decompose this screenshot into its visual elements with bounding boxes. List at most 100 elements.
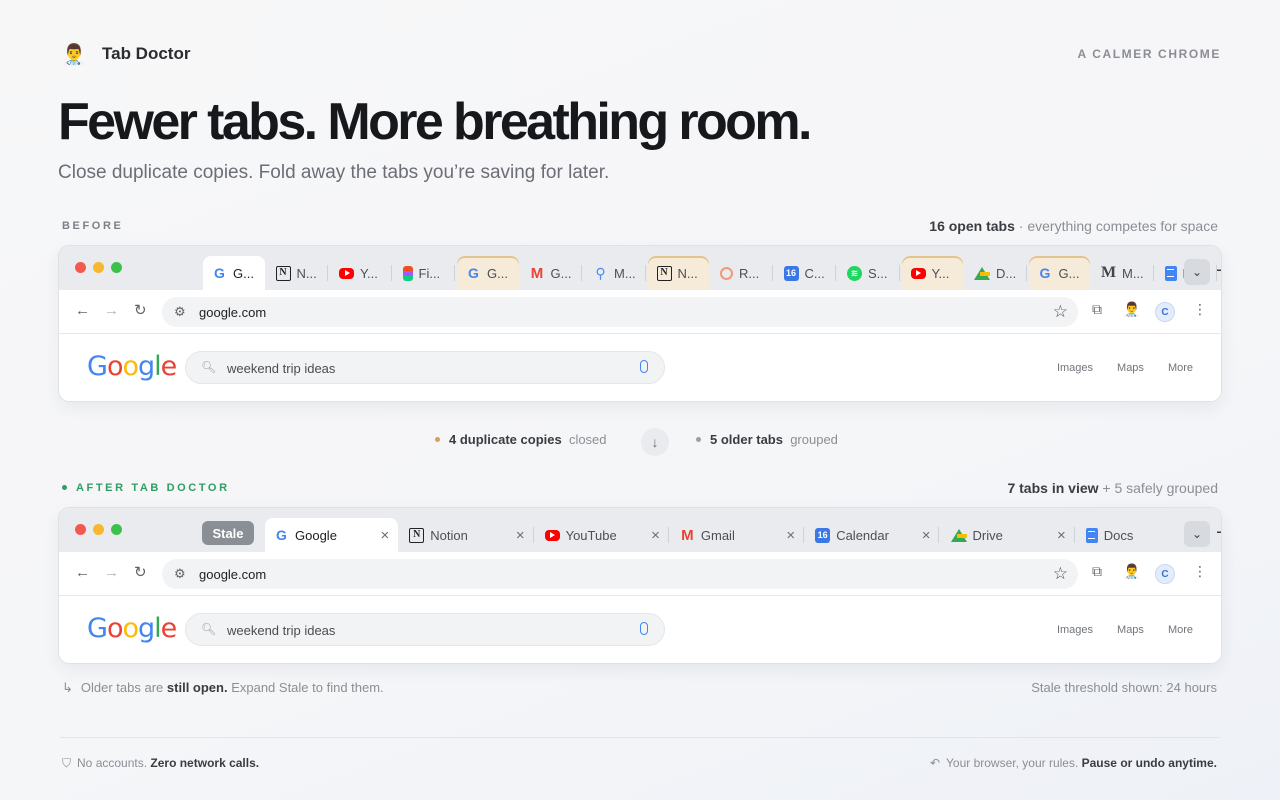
stale-group-chip[interactable]: Stale	[202, 521, 254, 545]
profile-avatar[interactable]: C	[1155, 564, 1175, 584]
close-icon[interactable]: ×	[651, 527, 660, 544]
tab-before-8[interactable]: R...	[711, 256, 773, 290]
return-arrow-icon: ↳	[62, 680, 73, 695]
search-icon: 🔍︎	[201, 360, 217, 374]
tab-before-14[interactable]: M M...	[1092, 256, 1154, 290]
forward-icon[interactable]: →	[104, 565, 119, 580]
tab-after-0[interactable]: G Google ×	[265, 518, 399, 552]
extensions-icon[interactable]: ⧉	[1092, 564, 1102, 578]
tab-label: Fi...	[418, 265, 441, 281]
new-tab-icon[interactable]: +	[1216, 261, 1221, 281]
google-icon: G	[214, 265, 225, 281]
reload-icon[interactable]: ↻	[134, 303, 147, 318]
url-text: google.com	[199, 305, 267, 320]
shield-icon: ⛉	[62, 756, 72, 770]
tab-label: Notion	[430, 527, 468, 543]
headline: Fewer tabs. More breathing room.	[58, 93, 812, 151]
tab-before-0[interactable]: G G...	[203, 256, 265, 290]
tab-search-button[interactable]: ⌄	[1184, 521, 1210, 547]
close-icon[interactable]: ×	[381, 527, 390, 544]
back-icon[interactable]: ←	[75, 303, 90, 318]
mic-icon[interactable]	[640, 360, 648, 373]
google-icon: G	[1039, 265, 1051, 281]
link-maps[interactable]: Maps	[1117, 624, 1144, 636]
tab-before-1[interactable]: N N...	[267, 256, 329, 290]
tab-before-12[interactable]: D...	[965, 256, 1027, 290]
bookmark-star-icon[interactable]: ☆	[1053, 302, 1068, 322]
youtube-icon	[544, 529, 560, 541]
browser-toolbar: ← → ↻ ⚙ google.com ☆ ⧉ 👨‍⚕️ C ⋮	[59, 290, 1221, 334]
tab-after-1[interactable]: N Notion ×	[400, 518, 534, 552]
close-icon[interactable]: ×	[516, 527, 525, 544]
tab-before-13[interactable]: G G...	[1028, 256, 1090, 290]
tab-before-7[interactable]: N N...	[647, 256, 709, 290]
gmail-icon: M	[530, 264, 544, 282]
page-content: Google 🔍︎ weekend trip ideas Images Maps…	[59, 334, 1221, 401]
google-search-box[interactable]: 🔍︎ weekend trip ideas	[185, 613, 665, 646]
tab-before-10[interactable]: ≋ S...	[838, 256, 900, 290]
bookmark-star-icon[interactable]: ☆	[1053, 564, 1068, 584]
brand: 👨‍⚕️ Tab Doctor	[60, 40, 191, 68]
link-more[interactable]: More	[1168, 624, 1193, 636]
minimize-window-button[interactable]	[93, 524, 104, 535]
close-window-button[interactable]	[75, 524, 86, 535]
maps-pin-icon: ⚲	[595, 265, 606, 281]
site-settings-icon[interactable]: ⚙	[174, 304, 186, 320]
link-more[interactable]: More	[1168, 362, 1193, 374]
privacy-note-bold: Zero network calls.	[150, 756, 260, 770]
address-bar[interactable]: ⚙ google.com ☆	[162, 297, 1078, 327]
extensions-icon[interactable]: ⧉	[1092, 302, 1102, 316]
tab-before-3[interactable]: Fi...	[394, 256, 456, 290]
tab-after-4[interactable]: 16 Calendar ×	[806, 518, 940, 552]
tab-after-2[interactable]: YouTube ×	[536, 518, 669, 552]
tab-doctor-extension-icon[interactable]: 👨‍⚕️	[1123, 302, 1140, 316]
back-icon[interactable]: ←	[75, 565, 90, 580]
close-icon[interactable]: ×	[786, 527, 795, 544]
tab-search-button[interactable]: ⌄	[1184, 259, 1210, 285]
tab-label: Y...	[931, 265, 950, 281]
undo-icon: ↶	[929, 756, 940, 770]
menu-kebab-icon[interactable]: ⋮	[1193, 302, 1207, 316]
link-images[interactable]: Images	[1057, 624, 1093, 636]
tab-before-9[interactable]: 16 C...	[775, 256, 837, 290]
tab-before-5[interactable]: M G...	[521, 256, 583, 290]
spotify-icon: ≋	[847, 265, 862, 281]
notion-icon: N	[656, 265, 672, 281]
maximize-window-button[interactable]	[111, 262, 122, 273]
link-maps[interactable]: Maps	[1117, 362, 1144, 374]
minimize-window-button[interactable]	[93, 262, 104, 273]
google-search-box[interactable]: 🔍︎ weekend trip ideas	[185, 351, 665, 384]
tab-before-4[interactable]: G G...	[457, 256, 519, 290]
link-images[interactable]: Images	[1057, 362, 1093, 374]
stale-note-post: Expand Stale to find them.	[227, 680, 384, 695]
tab-before-6[interactable]: ⚲ M...	[584, 256, 646, 290]
new-tab-icon[interactable]: +	[1216, 523, 1221, 543]
tab-doctor-extension-icon[interactable]: 👨‍⚕️	[1123, 564, 1140, 578]
close-window-button[interactable]	[75, 262, 86, 273]
after-browser-window: Stale G Google × N Notion × YouTube × M Gmail × 16 C…	[59, 508, 1221, 663]
maximize-window-button[interactable]	[111, 524, 122, 535]
tab-after-5[interactable]: Drive ×	[942, 518, 1075, 552]
calendar-icon: 16	[815, 527, 831, 543]
address-bar[interactable]: ⚙ google.com ☆	[162, 559, 1078, 589]
brand-name: Tab Doctor	[102, 44, 191, 63]
tab-after-3[interactable]: M Gmail ×	[671, 518, 805, 552]
profile-avatar[interactable]: C	[1155, 302, 1175, 322]
google-logo: Google	[87, 351, 177, 382]
footer-divider	[60, 737, 1220, 738]
forward-icon[interactable]: →	[104, 303, 119, 318]
duplicates-count: 4 duplicate copies	[449, 432, 562, 447]
gmail-icon: M	[681, 526, 694, 544]
site-settings-icon[interactable]: ⚙	[174, 566, 186, 582]
drive-icon	[974, 266, 990, 280]
control-note: ↶ Your browser, your rules. Pause or undo…	[930, 756, 1217, 770]
tab-label: G...	[233, 265, 254, 281]
tab-label: Y...	[360, 265, 378, 281]
menu-kebab-icon[interactable]: ⋮	[1193, 564, 1207, 578]
close-icon[interactable]: ×	[1057, 527, 1066, 544]
reload-icon[interactable]: ↻	[134, 565, 147, 580]
tab-before-2[interactable]: Y...	[330, 256, 392, 290]
mic-icon[interactable]	[640, 622, 648, 635]
close-icon[interactable]: ×	[922, 527, 931, 544]
tab-before-11[interactable]: Y...	[901, 256, 963, 290]
